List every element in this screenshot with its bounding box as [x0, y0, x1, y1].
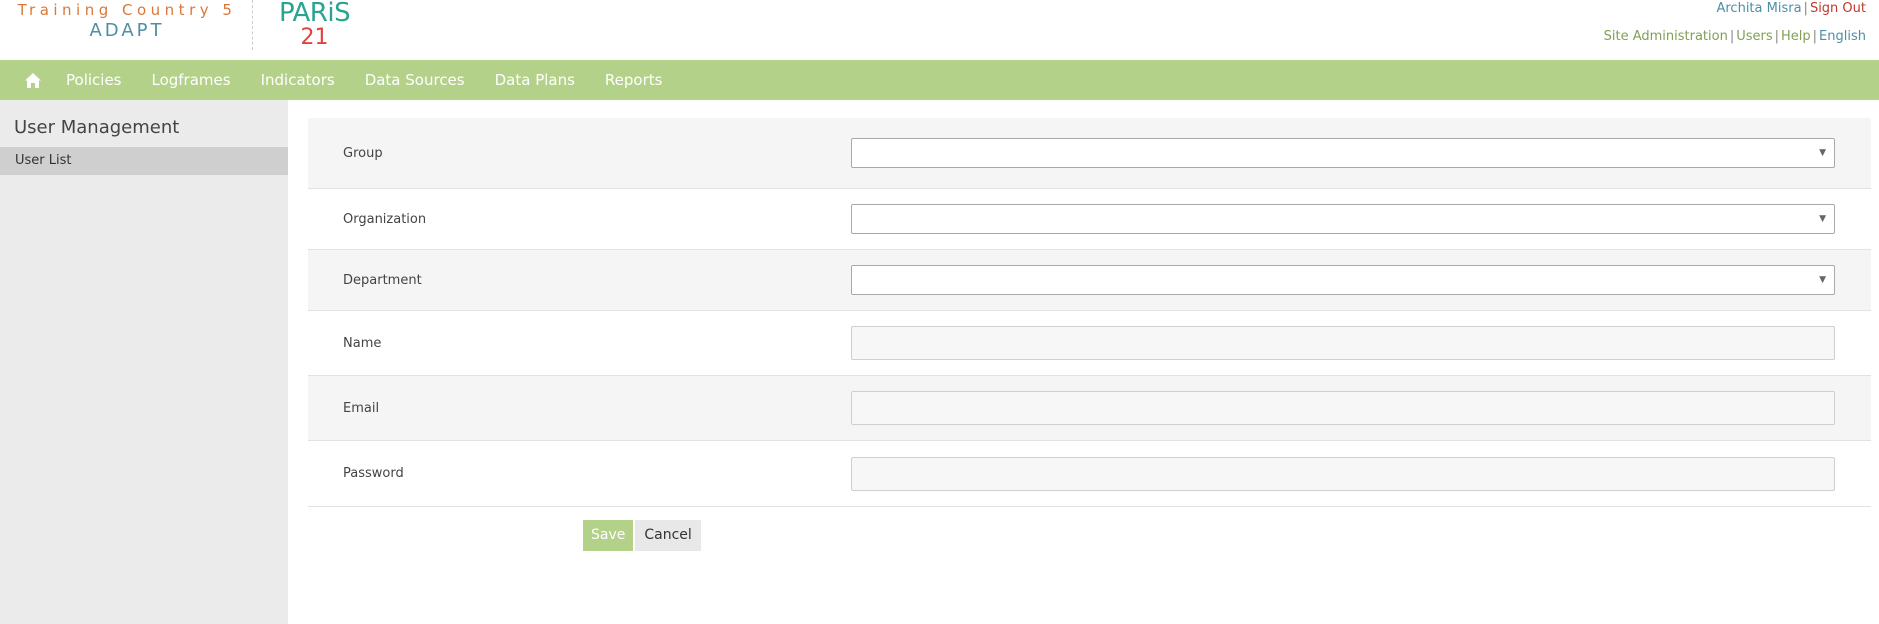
main-nav: Policies Logframes Indicators Data Sourc… — [0, 60, 1879, 100]
admin-menu: Site Administration | Users | Help | English — [1603, 29, 1866, 44]
nav-item-reports[interactable]: Reports — [605, 71, 663, 89]
brand-logo[interactable]: Training Country 5 ADAPT — [12, 0, 242, 44]
group-label: Group — [343, 145, 383, 161]
form-row-department: Department ▼ — [308, 250, 1871, 311]
name-input[interactable] — [851, 326, 1835, 360]
nav-item-policies[interactable]: Policies — [66, 71, 121, 89]
caret-down-icon: ▼ — [1819, 148, 1826, 158]
sidebar-item-user-list[interactable]: User List — [0, 147, 288, 175]
cancel-button[interactable]: Cancel — [635, 520, 701, 551]
email-input[interactable] — [851, 391, 1835, 425]
language-link[interactable]: English — [1819, 29, 1866, 44]
department-select[interactable]: ▼ — [851, 265, 1835, 295]
header: Training Country 5 ADAPT PARiS 21 Archit… — [0, 0, 1879, 60]
form-row-name: Name — [308, 311, 1871, 376]
name-label: Name — [343, 335, 382, 351]
form-row-group: Group ▼ — [308, 118, 1871, 189]
form-actions: Save Cancel — [583, 520, 701, 551]
nav-item-indicators[interactable]: Indicators — [261, 71, 335, 89]
sidebar-title: User Management — [14, 117, 180, 138]
sidebar: User Management User List — [0, 100, 288, 624]
email-label: Email — [343, 400, 380, 416]
form-row-password: Password — [308, 441, 1871, 507]
caret-down-icon: ▼ — [1819, 275, 1826, 285]
form-row-organization: Organization ▼ — [308, 189, 1871, 250]
home-icon — [25, 72, 41, 88]
organization-label: Organization — [343, 211, 427, 227]
save-button[interactable]: Save — [583, 520, 634, 551]
department-label: Department — [343, 272, 422, 288]
group-select[interactable]: ▼ — [851, 138, 1835, 168]
paris21-logo-top: PARiS — [279, 0, 351, 28]
site-administration-link[interactable]: Site Administration — [1604, 29, 1728, 44]
nav-item-data-sources[interactable]: Data Sources — [365, 71, 465, 89]
user-menu: Archita Misra | Sign Out — [1716, 1, 1866, 16]
user-form: Group ▼ Organization ▼ Department ▼ Name… — [308, 118, 1871, 507]
nav-item-logframes[interactable]: Logframes — [151, 71, 230, 89]
password-label: Password — [343, 466, 404, 481]
password-input[interactable] — [851, 456, 1835, 491]
users-link[interactable]: Users — [1736, 29, 1772, 44]
brand-divider — [252, 0, 253, 50]
help-link[interactable]: Help — [1781, 29, 1811, 44]
form-row-email: Email — [308, 376, 1871, 441]
caret-down-icon: ▼ — [1819, 214, 1826, 224]
brand-title: Training Country 5 — [17, 1, 237, 19]
home-button[interactable] — [0, 60, 66, 100]
paris21-logo[interactable]: PARiS 21 — [279, 0, 351, 50]
sign-out-link[interactable]: Sign Out — [1810, 1, 1866, 16]
brand-subtitle: ADAPT — [89, 20, 165, 41]
user-name-link[interactable]: Archita Misra — [1716, 1, 1801, 16]
nav-item-data-plans[interactable]: Data Plans — [495, 71, 575, 89]
organization-select[interactable]: ▼ — [851, 204, 1835, 234]
paris21-logo-bottom: 21 — [300, 25, 329, 50]
